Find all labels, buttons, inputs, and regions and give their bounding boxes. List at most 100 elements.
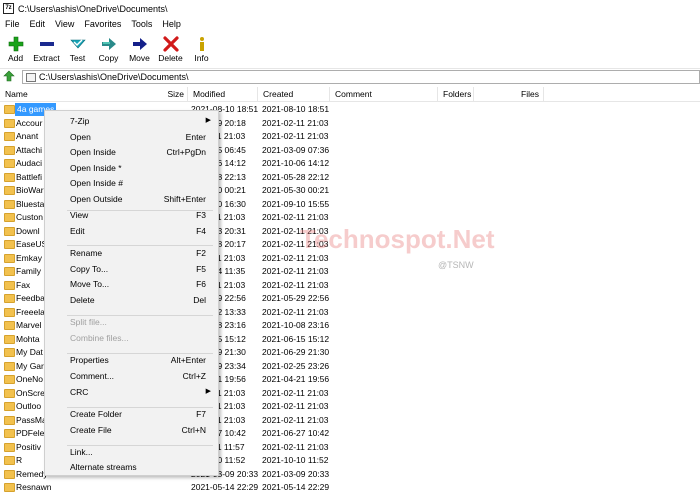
row-created: 2021-05-28 22:12 — [262, 171, 330, 182]
copy-button[interactable]: Copy — [93, 33, 124, 66]
menu-item-edit[interactable]: Edit F4 — [45, 223, 220, 239]
row-created: 2021-02-11 21:03 — [262, 266, 329, 276]
address-bar: C:\Users\ashis\OneDrive\Documents\ — [0, 68, 700, 84]
folder-icon — [4, 186, 15, 195]
menu-item-combine-files: Combine files... — [45, 330, 220, 346]
menu-item-properties[interactable]: Properties Alt+Enter — [45, 352, 220, 368]
menu-item-crc[interactable]: CRC ▶ — [45, 384, 220, 400]
row-created: 2021-02-25 23:26 — [262, 360, 330, 371]
up-folder-button[interactable] — [1, 70, 17, 84]
test-button[interactable]: Test — [62, 33, 93, 66]
header-created[interactable]: Created — [258, 87, 330, 102]
menu-item-label: Open Inside # — [70, 178, 123, 188]
row-name: Remedy — [16, 468, 48, 479]
folder-icon — [4, 307, 15, 317]
menu-item-create-file[interactable]: Create File Ctrl+N — [45, 422, 220, 438]
menu-item-label: Delete — [70, 295, 95, 305]
row-name: Resnawn — [16, 482, 52, 492]
table-row[interactable]: Resnawn 2021-05-14 22:29 2021-05-14 22:29 — [0, 481, 700, 493]
folder-icon — [4, 348, 15, 357]
folder-icon — [4, 402, 15, 411]
move-button[interactable]: Move — [124, 33, 155, 66]
folder-icon — [4, 240, 15, 249]
info-button[interactable]: Info — [186, 33, 217, 66]
menu-item-copy-to[interactable]: Copy To... F5 — [45, 261, 220, 277]
menu-item-link[interactable]: Link... — [45, 444, 220, 460]
menu-item-label: Link... — [70, 447, 93, 457]
7zip-app-icon: 7z — [3, 3, 14, 14]
menu-view[interactable]: View — [50, 17, 79, 31]
copy-icon — [101, 35, 117, 52]
header-files[interactable]: Files — [474, 87, 544, 102]
menu-item-label: Edit — [70, 226, 85, 236]
row-name: Mohta — [16, 333, 40, 344]
menu-item-open-inside[interactable]: Open Inside * — [45, 160, 220, 176]
menu-item-open[interactable]: Open Enter — [45, 129, 220, 145]
folder-icon — [4, 145, 15, 155]
folder-icon — [4, 388, 15, 398]
menu-item-label: Comment... — [70, 371, 114, 381]
menu-item-open-inside[interactable]: Open Inside Ctrl+PgDn — [45, 144, 220, 160]
menu-file[interactable]: File — [0, 17, 25, 31]
menu-item-label: Properties — [70, 355, 109, 365]
menu-item-label: Create Folder — [70, 409, 122, 419]
folder-icon — [4, 375, 15, 384]
menu-item-rename[interactable]: Rename F2 — [45, 245, 220, 261]
menu-item-7-zip[interactable]: 7-Zip ▶ — [45, 113, 220, 129]
row-name: Accour — [16, 117, 43, 128]
up-arrow-icon — [3, 70, 15, 84]
folder-icon — [4, 294, 15, 303]
menu-item-create-folder[interactable]: Create Folder F7 — [45, 406, 220, 422]
row-name: Attachi — [16, 144, 42, 155]
test-icon — [69, 35, 86, 52]
menu-favorites[interactable]: Favorites — [79, 17, 126, 31]
menu-item-open-outside[interactable]: Open Outside Shift+Enter — [45, 191, 220, 207]
row-name: EaseUS — [16, 239, 48, 249]
header-modified[interactable]: Modified — [188, 87, 258, 102]
menu-edit[interactable]: Edit — [25, 17, 51, 31]
folder-icon — [4, 429, 15, 438]
row-created: 2021-08-10 18:51 — [262, 104, 330, 114]
menu-item-alternate-streams[interactable]: Alternate streams — [45, 459, 220, 475]
row-name: Custon — [16, 212, 43, 222]
menu-item-label: Create File — [70, 425, 112, 435]
menu-separator — [67, 445, 213, 446]
menu-item-comment[interactable]: Comment... Ctrl+Z — [45, 368, 220, 384]
menu-item-label: Combine files... — [70, 333, 129, 343]
watermark-logo: Technospot.Net — [300, 224, 495, 254]
menu-item-label: Alternate streams — [70, 462, 137, 472]
row-name: Positiv — [16, 441, 42, 452]
delete-button[interactable]: Delete — [155, 33, 186, 66]
menu-item-shortcut: F4 — [196, 226, 206, 236]
row-name: PassMa — [16, 414, 47, 425]
folder-icon — [4, 226, 15, 236]
add-button[interactable]: Add — [0, 33, 31, 66]
menu-separator — [67, 245, 213, 246]
column-headers: Name Size Modified Created Comment Folde… — [0, 87, 700, 102]
menu-separator — [67, 210, 213, 211]
menu-help[interactable]: Help — [157, 17, 186, 31]
menu-item-move-to[interactable]: Move To... F6 — [45, 276, 220, 292]
header-folders[interactable]: Folders — [438, 87, 474, 102]
menu-item-shortcut: Ctrl+PgDn — [166, 147, 206, 157]
test-label: Test — [69, 53, 86, 63]
extract-button[interactable]: Extract — [31, 33, 62, 66]
row-created: 2021-02-11 21:03 — [262, 279, 329, 290]
menu-tools[interactable]: Tools — [126, 17, 157, 31]
menu-item-open-inside[interactable]: Open Inside # — [45, 175, 220, 191]
menu-item-shortcut: Enter — [185, 132, 206, 142]
folder-icon — [4, 361, 15, 371]
extract-label: Extract — [33, 53, 60, 63]
window-title: C:\Users\ashis\OneDrive\Documents\ — [18, 3, 168, 14]
menu-item-label: Open Inside — [70, 147, 116, 157]
watermark-handle: @TSNW — [438, 260, 474, 270]
header-comment[interactable]: Comment — [330, 87, 438, 102]
address-input[interactable]: C:\Users\ashis\OneDrive\Documents\ — [22, 70, 700, 84]
row-created: 2021-02-11 21:03 — [262, 401, 329, 411]
info-icon — [194, 35, 210, 52]
row-created: 2021-10-06 14:12 — [262, 158, 330, 168]
menu-item-delete[interactable]: Delete Del — [45, 292, 220, 308]
menu-item-label: Move To... — [70, 279, 110, 289]
header-size[interactable]: Size — [130, 87, 188, 102]
menu-item-label: Copy To... — [70, 264, 109, 274]
